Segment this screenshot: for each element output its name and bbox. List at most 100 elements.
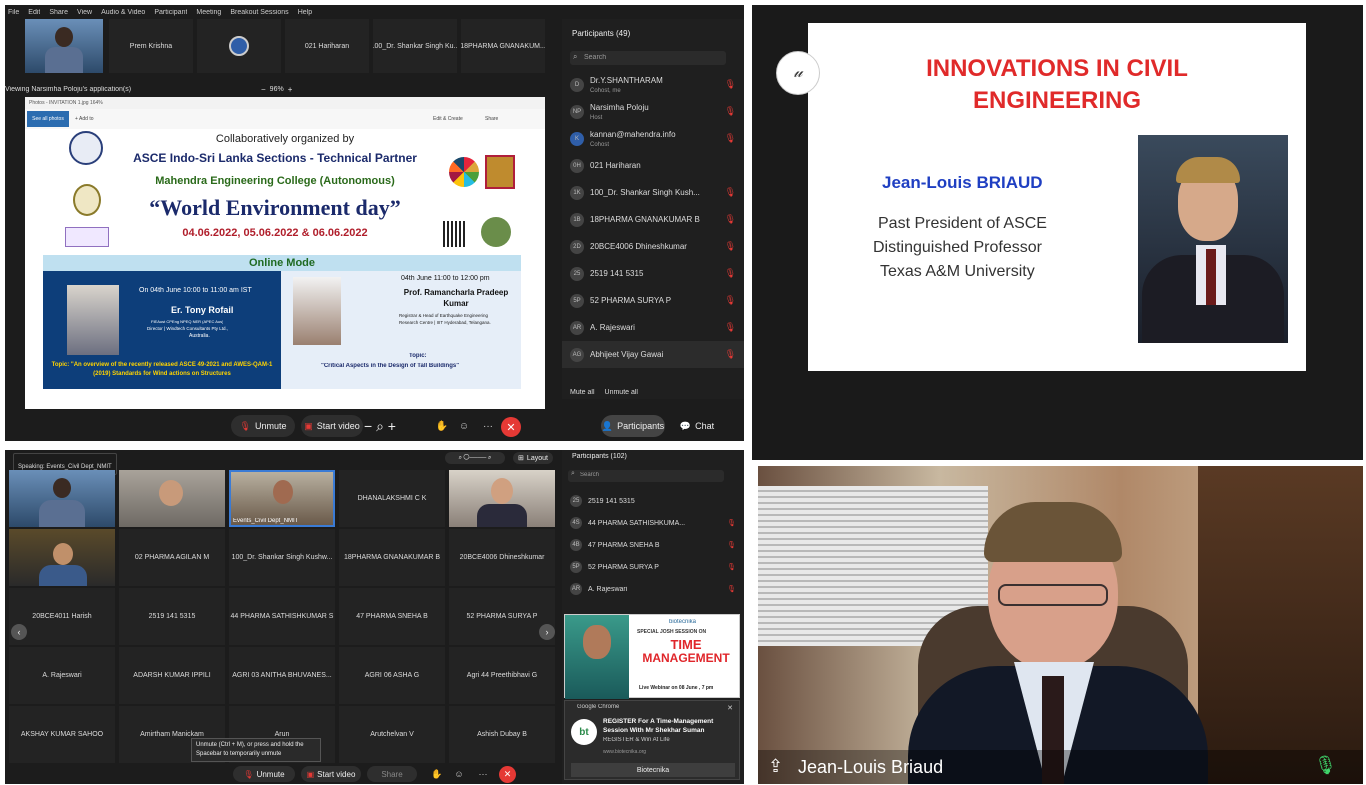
menu-help[interactable]: Help [298, 9, 312, 16]
video-tile-active[interactable]: Events_Civil Dept_NMIT [229, 470, 335, 527]
video-tile[interactable]: Ashish Dubay B [449, 706, 555, 763]
menu-breakout[interactable]: Breakout Sessions [230, 9, 288, 16]
strip-tile[interactable]: 021 Hariharan [285, 19, 369, 73]
strip-tile[interactable]: 100_Dr. Shankar Singh Ku... [373, 19, 457, 73]
see-all-photos-button[interactable]: See all photos [27, 111, 69, 127]
menu-view[interactable]: View [77, 9, 92, 16]
video-tile[interactable]: AGRI 06 ASHA G [339, 647, 445, 704]
muted-mic-icon[interactable]: 🎙 [725, 187, 736, 198]
video-tile[interactable]: ADARSH KUMAR IPPILI [119, 647, 225, 704]
participant-row[interactable]: D Dr.Y.SHANTHARAM Cohost, me 🎙 [562, 71, 744, 98]
menu-audio-video[interactable]: Audio & Video [101, 9, 145, 16]
muted-mic-icon[interactable]: 🎙 [725, 322, 736, 333]
muted-mic-icon[interactable]: 🎙 [727, 541, 736, 549]
unmute-button[interactable]: 🎙 Unmute [233, 766, 295, 782]
muted-mic-icon[interactable]: 🎙 [725, 106, 736, 117]
muted-mic-icon[interactable]: 🎙 [725, 133, 736, 144]
muted-mic-icon[interactable]: 🎙 [725, 214, 736, 225]
zoom-out-button[interactable]: − [261, 85, 266, 94]
muted-mic-icon[interactable]: 🎙 [727, 563, 736, 571]
ad-banner[interactable]: biotecnika SPECIAL JOSH SESSION ON TIME … [564, 614, 740, 699]
menu-share[interactable]: Share [49, 9, 68, 16]
muted-mic-icon[interactable]: 🎙 [725, 349, 736, 360]
participant-row[interactable]: 25 2519 141 5315 [562, 490, 744, 512]
video-tile[interactable]: AGRI 03 ANITHA BHUVANES... [229, 647, 335, 704]
video-tile[interactable] [449, 470, 555, 527]
participant-row[interactable]: 4S 44 PHARMA SATHISHKUMA... 🎙 [562, 512, 744, 534]
zoom-controls[interactable]: − ⌕ + [341, 415, 419, 437]
self-video-tile[interactable] [25, 19, 103, 73]
participant-row[interactable]: AG Abhijeet Vijay Gawai 🎙 [562, 341, 744, 368]
menu-participant[interactable]: Participant [154, 9, 187, 16]
zoom-slider[interactable]: ⌕ ◯──── ⌕ [445, 452, 505, 464]
mute-all-button[interactable]: Mute all [570, 389, 595, 396]
participant-row[interactable]: 2D 20BCE4006 Dhineshkumar 🎙 [562, 233, 744, 260]
unmute-all-button[interactable]: Unmute all [605, 389, 638, 396]
video-tile[interactable]: 18PHARMA GNANAKUMAR B [339, 529, 445, 586]
strip-tile[interactable]: Prem Krishna [109, 19, 193, 73]
participant-row[interactable]: AR A. Rajeswari 🎙 [562, 314, 744, 341]
video-tile[interactable] [9, 529, 115, 586]
participant-row[interactable]: NP Narsimha Poloju Host 🎙 [562, 98, 744, 125]
reactions-icon[interactable]: ☺ [451, 766, 467, 782]
muted-mic-icon[interactable]: 🎙 [725, 79, 736, 90]
video-tile[interactable]: 02 PHARMA AGILAN M [119, 529, 225, 586]
strip-tile-logo[interactable] [197, 19, 281, 73]
participant-row[interactable]: Kkannan@mahendra.info Cohost 🎙 [562, 125, 744, 152]
video-tile[interactable]: 2519 141 5315 [119, 588, 225, 645]
participant-row[interactable]: 1K 100_Dr. Shankar Singh Kush... 🎙 [562, 179, 744, 206]
leave-meeting-button[interactable]: ✕ [501, 417, 521, 437]
muted-mic-icon[interactable]: 🎙 [725, 241, 736, 252]
participant-row[interactable]: 25 2519 141 5315 🎙 [562, 260, 744, 287]
participants-search-input[interactable]: Search ⌕ [570, 51, 726, 65]
video-tile[interactable] [9, 470, 115, 527]
raise-hand-icon[interactable]: ✋ [433, 417, 451, 435]
grid-next-button[interactable]: › [539, 624, 555, 640]
share-button[interactable]: Share [485, 116, 498, 122]
strip-tile[interactable]: 18PHARMA GNANAKUM... [461, 19, 545, 73]
menu-meeting[interactable]: Meeting [196, 9, 221, 16]
raise-hand-icon[interactable]: ✋ [429, 766, 445, 782]
zoom-in-button[interactable]: + [288, 85, 293, 94]
participant-row[interactable]: 0H 021 Hariharan [562, 152, 744, 179]
participants-search-input[interactable]: ⌕ Search [568, 470, 724, 482]
chat-button[interactable]: 💬 Chat [673, 415, 721, 437]
video-tile[interactable]: 100_Dr. Shankar Singh Kushw... [229, 529, 335, 586]
video-tile[interactable]: A. Rajeswari [9, 647, 115, 704]
chrome-notification[interactable]: Google Chrome ✕ bt REGISTER For A Time-M… [564, 700, 740, 780]
share-screen-icon[interactable]: ⇪ [768, 756, 783, 777]
menu-file[interactable]: File [8, 9, 19, 16]
menu-edit[interactable]: Edit [28, 9, 40, 16]
muted-mic-icon[interactable]: 🎙 [727, 585, 736, 593]
more-options-icon[interactable]: ··· [475, 766, 491, 782]
more-options-icon[interactable]: ··· [479, 417, 497, 435]
video-tile[interactable]: 47 PHARMA SNEHA B [339, 588, 445, 645]
video-tile[interactable]: DHANALAKSHMI C K [339, 470, 445, 527]
video-tile[interactable] [119, 470, 225, 527]
video-tile[interactable]: 44 PHARMA SATHISHKUMAR S [229, 588, 335, 645]
close-icon[interactable]: ✕ [725, 703, 735, 713]
participant-row[interactable]: 1B 18PHARMA GNANAKUMAR B 🎙 [562, 206, 744, 233]
start-video-button[interactable]: ▣ Start video [301, 766, 361, 782]
participant-row[interactable]: 5P 52 PHARMA SURYA P 🎙 [562, 287, 744, 314]
participant-row[interactable]: 4B 47 PHARMA SNEHA B 🎙 [562, 534, 744, 556]
edit-create-button[interactable]: Edit & Create [433, 116, 463, 122]
video-tile[interactable]: Agri 44 Preethibhavi G [449, 647, 555, 704]
video-tile[interactable]: 52 PHARMA SURYA P [449, 588, 555, 645]
notification-action-button[interactable]: Biotecnika [571, 763, 735, 777]
leave-meeting-button[interactable]: ✕ [499, 766, 516, 783]
participant-row[interactable]: AR A. Rajeswari 🎙 [562, 578, 744, 600]
video-tile[interactable]: 20BCE4006 Dhineshkumar [449, 529, 555, 586]
add-to-button[interactable]: + Add to [75, 116, 94, 122]
reactions-icon[interactable]: ☺ [455, 417, 473, 435]
unmute-button[interactable]: 🎙 Unmute [231, 415, 295, 437]
share-button[interactable]: Share [367, 766, 417, 782]
video-tile[interactable]: Arutchelvan V [339, 706, 445, 763]
muted-mic-icon[interactable]: 🎙 [727, 519, 736, 527]
video-tile[interactable]: AKSHAY KUMAR SAHOO [9, 706, 115, 763]
participants-button[interactable]: 👤 Participants [601, 415, 665, 437]
layout-button[interactable]: ⊞ Layout [513, 452, 553, 464]
muted-mic-icon[interactable]: 🎙 [725, 268, 736, 279]
grid-prev-button[interactable]: ‹ [11, 624, 27, 640]
participant-row[interactable]: 5P 52 PHARMA SURYA P 🎙 [562, 556, 744, 578]
